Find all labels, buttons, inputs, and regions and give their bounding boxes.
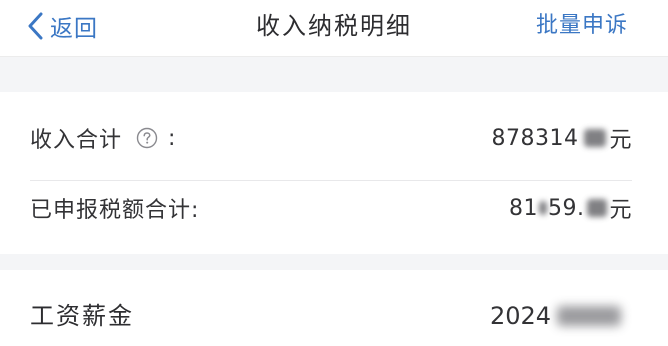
income-total-unit: 元 xyxy=(609,128,632,153)
income-total-value: 878314 元 xyxy=(492,118,633,158)
redacted-blur xyxy=(538,201,547,215)
salary-year-prefix: 2024 xyxy=(490,302,552,330)
navigation-bar: 返回 收入纳税明细 批量申诉 xyxy=(0,0,668,57)
redacted-blur xyxy=(584,129,607,147)
redacted-blur xyxy=(557,306,622,326)
summary-card: 收入合计 : 878314 元 已申报税额合计: 81 59. 元 xyxy=(0,92,668,254)
salary-category-row[interactable]: 工资薪金 2024 xyxy=(0,270,668,346)
income-total-label: 收入合计 xyxy=(30,128,123,153)
declared-tax-value-middle: 59. xyxy=(547,195,585,221)
income-total-value-digits: 878314 xyxy=(491,125,579,151)
batch-appeal-button[interactable]: 批量申诉 xyxy=(536,8,628,44)
declared-tax-total-value: 81 59. 元 xyxy=(509,188,632,228)
redacted-blur xyxy=(587,199,608,217)
declared-tax-total-row: 已申报税额合计: 81 59. 元 xyxy=(0,172,668,244)
income-total-colon: : xyxy=(168,125,177,151)
declared-tax-total-label: 已申报税额合计: xyxy=(30,198,200,223)
salary-year-value: 2024 xyxy=(490,298,622,334)
question-circle-icon[interactable] xyxy=(136,127,158,149)
declared-tax-value-prefix: 81 xyxy=(508,195,538,221)
income-total-label-group: 收入合计 : xyxy=(30,118,176,158)
salary-category-label: 工资薪金 xyxy=(30,302,134,330)
declared-tax-unit: 元 xyxy=(609,198,632,223)
income-total-row: 收入合计 : 878314 元 xyxy=(0,102,668,181)
